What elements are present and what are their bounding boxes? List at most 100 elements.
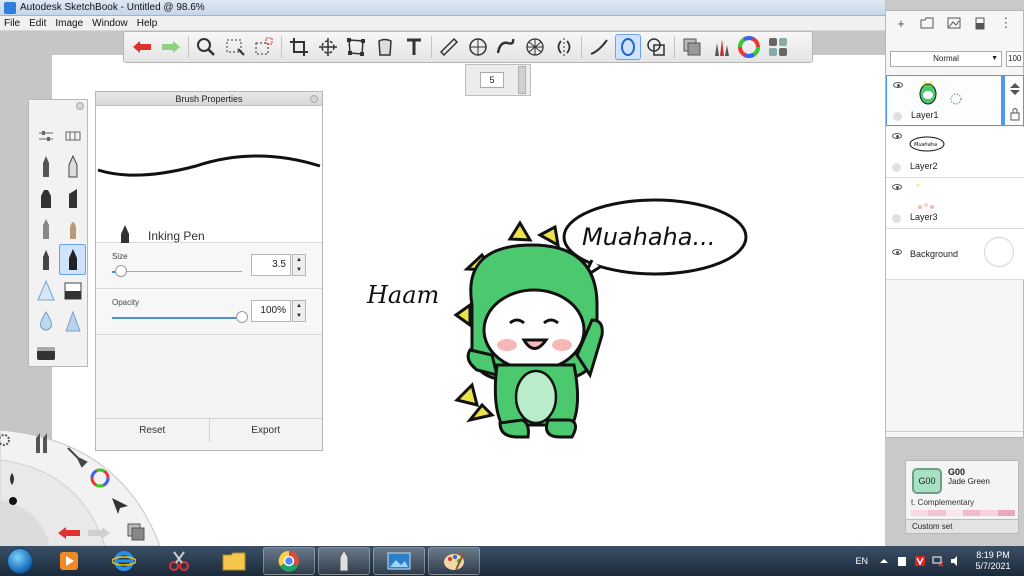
add-image-icon[interactable]	[944, 14, 962, 32]
taskbar-chrome[interactable]	[263, 547, 315, 575]
palette-close-button[interactable]	[76, 102, 84, 110]
lagoon-redo-icon[interactable]	[86, 526, 112, 540]
brush-airbrush[interactable]	[32, 275, 59, 306]
zoom-button[interactable]	[193, 34, 219, 60]
size-slider-knob[interactable]	[115, 265, 128, 277]
layer-menu-icon[interactable]: ⋮	[997, 14, 1015, 32]
background-layer-row[interactable]: Background	[886, 229, 1024, 280]
layer-opacity-field[interactable]: 100	[1006, 51, 1024, 67]
menu-edit[interactable]: Edit	[29, 18, 46, 29]
reorder-arrows-icon[interactable]	[1009, 82, 1021, 96]
add-group-icon[interactable]	[918, 14, 936, 32]
opacity-stepper[interactable]: ▲ ▼	[292, 300, 306, 322]
taskbar-file-explorer[interactable]	[208, 547, 260, 575]
layer-lock-toggle[interactable]	[893, 112, 902, 121]
copy-layer-icon[interactable]	[126, 522, 146, 542]
taskbar-sketchbook[interactable]	[318, 547, 370, 575]
custom-set-tab[interactable]: Custom set	[906, 519, 1018, 533]
text-button[interactable]	[401, 34, 427, 60]
export-button[interactable]: Export	[210, 419, 323, 442]
chevron-up-icon[interactable]	[878, 555, 890, 567]
visibility-eye-icon[interactable]	[892, 249, 902, 255]
brush-size-puck[interactable]: 5	[465, 64, 531, 96]
brush-inking-pen[interactable]	[59, 244, 86, 275]
layers-button[interactable]	[679, 34, 705, 60]
brush-marker[interactable]	[32, 182, 59, 213]
ellipse-tool-button[interactable]	[614, 34, 641, 60]
visibility-eye-icon[interactable]	[892, 133, 902, 139]
crop-select-button[interactable]	[251, 34, 277, 60]
brush-fountain-pen[interactable]	[59, 151, 86, 182]
menu-help[interactable]: Help	[137, 18, 158, 29]
brush-technical-pen[interactable]	[32, 244, 59, 275]
background-color-swatch[interactable]	[984, 237, 1014, 267]
size-slider-track[interactable]	[112, 271, 242, 272]
layer-lock-toggle[interactable]	[892, 163, 901, 172]
layer-row[interactable]: Layer3	[886, 178, 1024, 229]
brush-library-button[interactable]	[59, 120, 86, 151]
copic-library-button[interactable]	[765, 34, 791, 60]
ruler-button[interactable]	[436, 34, 462, 60]
lock-icon[interactable]	[1009, 107, 1021, 121]
brush-size-bar[interactable]	[518, 66, 526, 94]
brush-blur[interactable]	[32, 306, 59, 337]
fill-button[interactable]	[372, 34, 398, 60]
menu-file[interactable]: File	[4, 18, 20, 29]
start-button[interactable]	[0, 546, 40, 576]
taskbar-photo-viewer[interactable]	[373, 547, 425, 575]
ellipse-guide-button[interactable]	[465, 34, 491, 60]
brush-settings-button[interactable]	[32, 120, 59, 151]
brush-pencil[interactable]	[32, 151, 59, 182]
layer-row[interactable]: Layer1	[886, 75, 1024, 126]
network-icon[interactable]	[932, 555, 944, 567]
taskbar-media-player[interactable]	[43, 547, 95, 575]
taskbar-internet-explorer[interactable]	[98, 547, 150, 575]
taskbar-snipping-tool[interactable]	[153, 547, 205, 575]
brush-ballpoint[interactable]	[32, 213, 59, 244]
brush-smear[interactable]	[59, 306, 86, 337]
complementary-label[interactable]: t. Complementary	[911, 498, 974, 507]
shape-button[interactable]	[643, 34, 669, 60]
brushes-toolkit-icon[interactable]	[32, 432, 54, 454]
action-center-flag-icon[interactable]	[896, 555, 908, 567]
antivirus-icon[interactable]	[914, 555, 926, 567]
opacity-slider-knob[interactable]	[236, 311, 248, 323]
size-stepper[interactable]: ▲ ▼	[292, 254, 306, 276]
transform-button[interactable]	[315, 34, 341, 60]
select-button[interactable]	[222, 34, 248, 60]
size-value-field[interactable]: 3.5	[251, 254, 291, 276]
brush-chisel-marker[interactable]	[59, 182, 86, 213]
panel-close-button[interactable]	[310, 95, 318, 103]
gear-icon[interactable]	[0, 432, 16, 448]
blend-mode-select[interactable]: Normal ▼	[890, 51, 1002, 67]
complementary-color-strip[interactable]	[911, 510, 1015, 516]
redo-button[interactable]	[158, 34, 184, 60]
layer-row[interactable]: Muahaha Layer2	[886, 127, 1024, 178]
undo-button[interactable]	[129, 34, 155, 60]
add-layer-icon[interactable]: +	[892, 14, 910, 32]
lagoon-undo-icon[interactable]	[56, 526, 82, 540]
taskbar-paint[interactable]	[428, 547, 480, 575]
menu-image[interactable]: Image	[55, 18, 83, 29]
color-wheel-button[interactable]	[736, 34, 762, 60]
opacity-value-field[interactable]: 100%	[251, 300, 291, 322]
layer-lock-toggle[interactable]	[892, 214, 901, 223]
brush-hard-eraser[interactable]	[32, 337, 59, 368]
color-wheel-icon[interactable]	[90, 468, 110, 488]
pointer-arrow-icon[interactable]	[110, 496, 130, 516]
copic-swatch[interactable]: G00	[912, 468, 942, 494]
distort-button[interactable]	[343, 34, 369, 60]
menu-window[interactable]: Window	[92, 18, 128, 29]
clear-layer-icon[interactable]	[971, 14, 989, 32]
french-curve-button[interactable]	[493, 34, 519, 60]
visibility-eye-icon[interactable]	[893, 82, 903, 88]
crop-button[interactable]	[286, 34, 312, 60]
brush-paintbrush[interactable]	[59, 213, 86, 244]
stroke-button[interactable]	[586, 34, 612, 60]
language-indicator[interactable]: EN	[855, 556, 868, 566]
system-clock[interactable]: 8:19 PM 5/7/2021	[968, 550, 1018, 572]
volume-icon[interactable]	[950, 555, 962, 567]
visibility-eye-icon[interactable]	[892, 184, 902, 190]
brush-icon[interactable]	[66, 446, 88, 468]
brush-palette-button[interactable]	[708, 34, 734, 60]
